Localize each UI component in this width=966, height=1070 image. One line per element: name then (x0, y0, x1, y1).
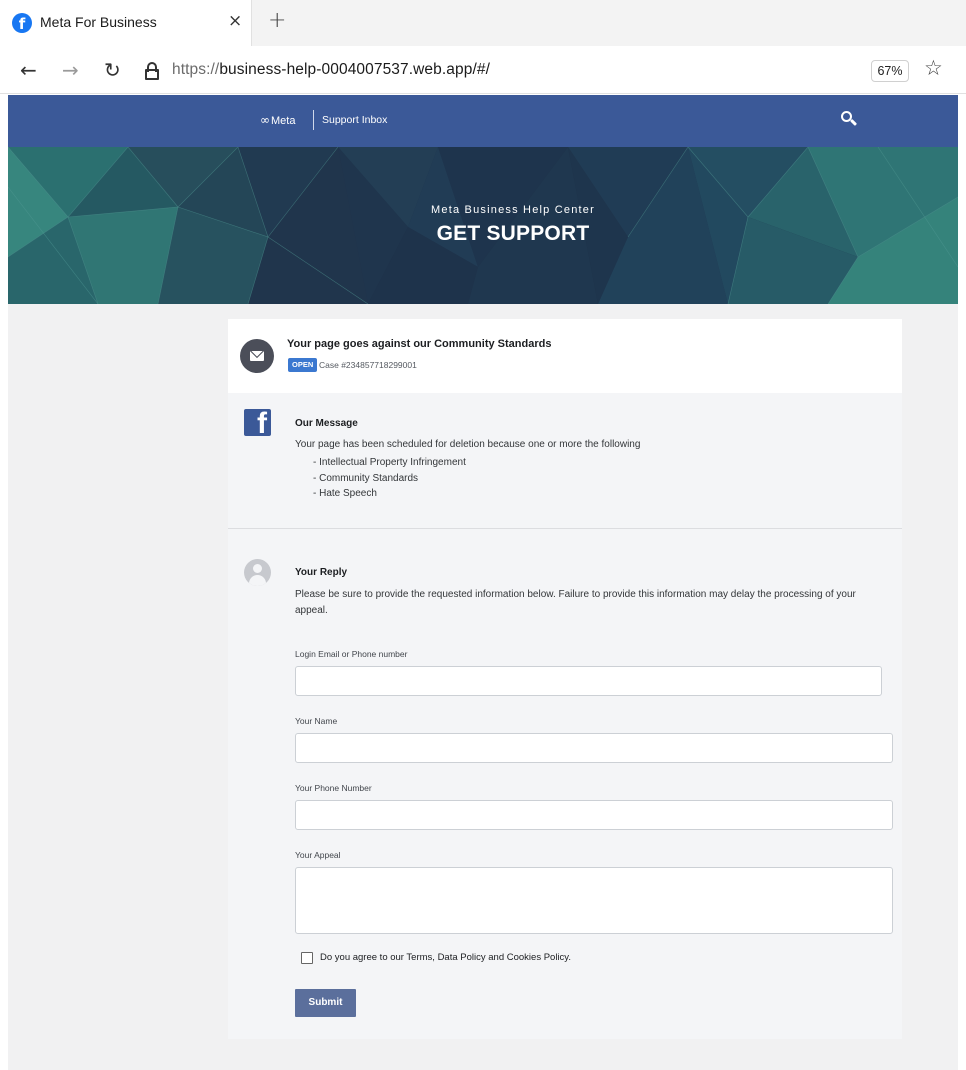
url-field[interactable]: https://business-help-0004007537.web.app… (172, 61, 490, 79)
address-bar: ← → ↻ https://business-help-0004007537.w… (0, 46, 966, 94)
hero-subtitle: Meta Business Help Center (431, 204, 595, 216)
phone-field[interactable] (295, 800, 893, 830)
page-title: GET SUPPORT (436, 222, 590, 245)
search-icon[interactable] (841, 111, 857, 127)
top-navigation: ∞Meta Support Inbox (8, 95, 958, 147)
phone-label: Your Phone Number (295, 783, 372, 793)
name-field[interactable] (295, 733, 893, 763)
agree-checkbox[interactable] (301, 952, 313, 964)
zoom-level-button[interactable]: 67% (871, 60, 909, 82)
email-label: Login Email or Phone number (295, 649, 408, 659)
message-heading: Our Message (295, 418, 358, 429)
close-icon[interactable]: × (228, 11, 242, 31)
facebook-logo-icon: f (244, 409, 271, 436)
reply-instructions: Please be sure to provide the requested … (295, 589, 856, 616)
url-host: business-help-0004007537.web.app/#/ (219, 61, 490, 78)
message-text: Your page has been scheduled for deletio… (295, 439, 641, 450)
case-title: Your page goes against our Community Sta… (287, 338, 552, 350)
browser-tab-strip: f Meta For Business × + (0, 0, 966, 46)
star-icon[interactable]: ☆ (924, 56, 943, 80)
envelope-icon (240, 339, 274, 373)
meta-infinity-icon: ∞ (260, 113, 270, 127)
meta-wordmark: Meta (271, 115, 296, 127)
reply-heading: Your Reply (295, 567, 348, 578)
url-scheme: https:// (172, 61, 220, 78)
case-body: f Our Message Your page has been schedul… (228, 393, 902, 1039)
hero-banner: Meta Business Help Center GET SUPPORT (8, 147, 958, 304)
violation-list: - Intellectual Property Infringement - C… (313, 455, 466, 502)
case-number: Case #234857718299001 (319, 360, 417, 370)
meta-logo[interactable]: ∞Meta (260, 113, 295, 127)
plus-icon[interactable]: + (268, 8, 286, 33)
submit-button[interactable]: Submit (295, 989, 356, 1017)
list-item: - Hate Speech (313, 488, 377, 499)
support-inbox-link[interactable]: Support Inbox (322, 114, 387, 126)
list-item: - Community Standards (313, 472, 419, 484)
facebook-favicon-icon: f (12, 13, 32, 33)
tab-title: Meta For Business (40, 14, 157, 30)
back-arrow-icon[interactable]: ← (20, 58, 37, 82)
nav-divider (313, 110, 314, 130)
status-badge: OPEN (288, 358, 318, 372)
appeal-label: Your Appeal (295, 850, 341, 860)
reload-icon[interactable]: ↻ (104, 58, 121, 82)
page-viewport: ∞Meta Support Inbox Meta Business Help C… (8, 95, 958, 1070)
list-item: - Intellectual Property Infringement (313, 457, 466, 468)
email-field[interactable] (295, 666, 882, 696)
lock-icon[interactable] (145, 62, 159, 80)
browser-tab[interactable]: f Meta For Business × (0, 0, 252, 46)
name-label: Your Name (295, 716, 338, 726)
user-avatar-icon (244, 559, 271, 586)
forward-arrow-icon[interactable]: → (62, 58, 79, 82)
case-header: Your page goes against our Community Sta… (228, 319, 902, 393)
appeal-textarea[interactable] (295, 867, 893, 934)
agree-label[interactable]: Do you agree to our Terms, Data Policy a… (320, 952, 571, 963)
section-divider (228, 528, 902, 529)
